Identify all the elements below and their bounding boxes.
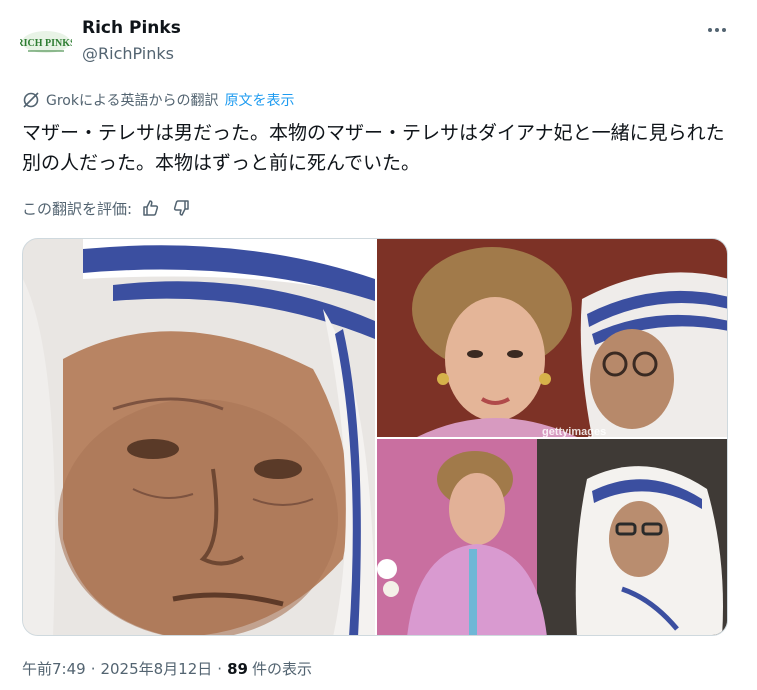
media-grid: gettyimages bbox=[22, 238, 728, 636]
separator-dot: · bbox=[217, 659, 223, 678]
tweet-date[interactable]: 2025年8月12日 bbox=[100, 658, 212, 679]
show-original-link[interactable]: 原文を表示 bbox=[225, 90, 295, 110]
avatar[interactable]: RICH PINKS bbox=[20, 24, 72, 60]
photo-nun-closeup[interactable] bbox=[23, 239, 375, 635]
svg-text:RICH PINKS: RICH PINKS bbox=[20, 38, 72, 49]
translation-notice: Grokによる英語からの翻訳 原文を表示 bbox=[22, 90, 295, 110]
photo-diana-pink-dress[interactable] bbox=[377, 439, 727, 635]
translation-source-label: Grokによる英語からの翻訳 bbox=[46, 93, 219, 109]
tweet-footer: 午前7:49 · 2025年8月12日 · 89 件の表示 bbox=[22, 658, 312, 679]
more-horizontal-icon[interactable] bbox=[703, 16, 731, 44]
user-handle[interactable]: @RichPinks bbox=[82, 44, 174, 63]
thumbs-up-icon[interactable] bbox=[140, 197, 162, 219]
separator-dot: · bbox=[90, 659, 96, 678]
rate-translation: この翻訳を評価: bbox=[22, 197, 192, 219]
photo-diana-with-nun[interactable]: gettyimages bbox=[377, 239, 727, 437]
thumbs-down-icon[interactable] bbox=[170, 197, 192, 219]
getty-watermark: gettyimages bbox=[542, 426, 606, 437]
tweet-time[interactable]: 午前7:49 bbox=[22, 658, 86, 679]
display-name[interactable]: Rich Pinks bbox=[82, 18, 181, 38]
rate-translation-label: この翻訳を評価: bbox=[22, 199, 133, 218]
grok-icon bbox=[22, 91, 40, 109]
tweet-text: マザー・テレサは男だった。本物のマザー・テレサはダイアナ妃と一緒に見られた別の人… bbox=[22, 122, 725, 174]
views-label: 件の表示 bbox=[251, 660, 312, 678]
views-count: 89 bbox=[227, 659, 248, 678]
tweet-header: RICH PINKS Rich Pinks @RichPinks bbox=[20, 14, 737, 70]
